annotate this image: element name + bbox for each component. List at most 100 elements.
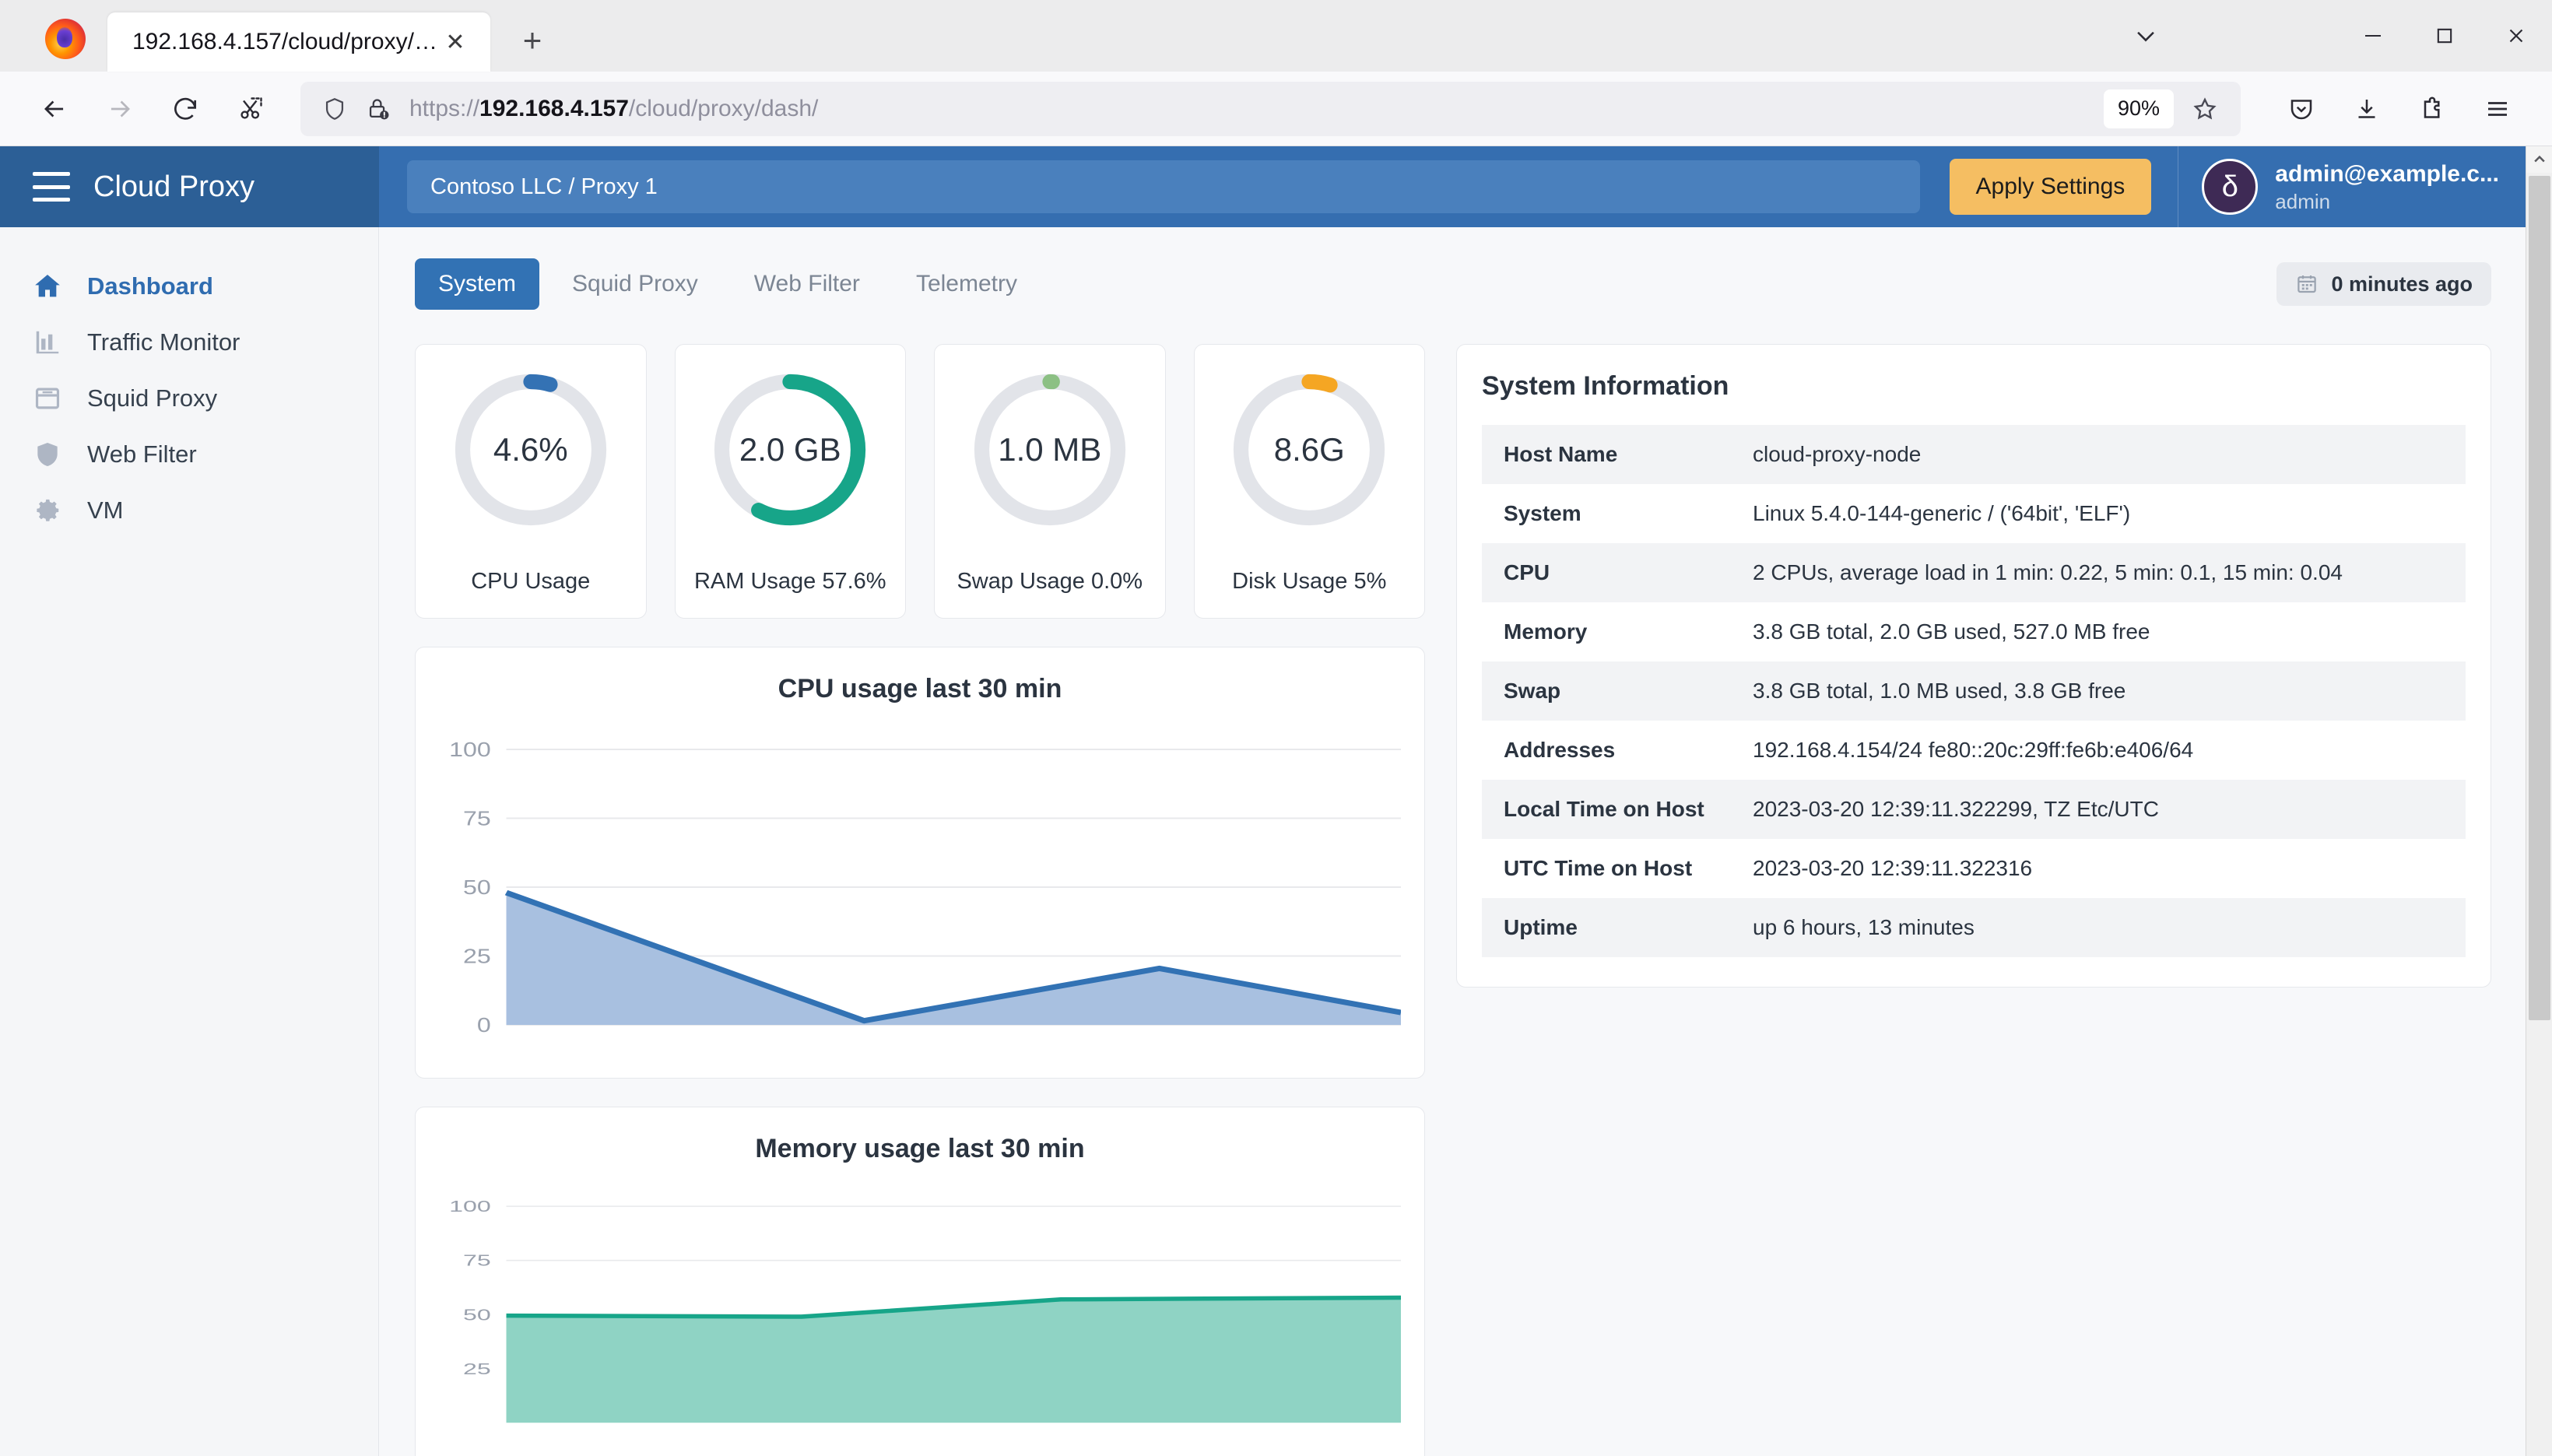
download-icon[interactable]: [2339, 81, 2395, 137]
table-row: Swap 3.8 GB total, 1.0 MB used, 3.8 GB fr…: [1482, 661, 2466, 721]
url-text: https://192.168.4.157/cloud/proxy/dash/: [409, 95, 819, 121]
sidebar-item-label: Web Filter: [87, 440, 197, 468]
toolbar-right-icons: [2269, 81, 2530, 137]
y-axis-tick-label: 75: [463, 808, 491, 830]
y-axis-tick-label: 25: [463, 946, 491, 967]
gauge-card-disk: 8.6G Disk Usage 5%: [1193, 344, 1425, 619]
app-brand: Cloud Proxy: [0, 146, 379, 227]
url-bar[interactable]: https://192.168.4.157/cloud/proxy/dash/ …: [300, 81, 2241, 136]
sidebar-item-label: Dashboard: [87, 272, 213, 300]
tracking-protection-shield-icon[interactable]: [313, 87, 356, 131]
close-tab-icon[interactable]: ✕: [437, 24, 473, 60]
system-information-card: System Information Host Name cloud-proxy-…: [1456, 344, 2491, 988]
refresh-text: 0 minutes ago: [2331, 272, 2473, 296]
scroll-up-arrow-icon[interactable]: [2526, 146, 2552, 173]
insecure-lock-warning-icon[interactable]: [356, 87, 400, 131]
breadcrumb[interactable]: Contoso LLC / Proxy 1: [407, 160, 1920, 213]
app-header: Cloud Proxy Contoso LLC / Proxy 1 Apply …: [0, 146, 2526, 227]
sysinfo-key: Host Name: [1504, 442, 1618, 466]
dashboard-grid: 4.6% CPU Usage 2.0 GB RAM Usage 57.6% 1.…: [415, 344, 2491, 1456]
y-axis-tick-label: 25: [463, 1360, 491, 1378]
cpu-gauge-value: 4.6%: [493, 431, 568, 468]
sysinfo-value: 3.8 GB total, 1.0 MB used, 3.8 GB free: [1753, 679, 2126, 703]
user-role: admin: [2275, 189, 2331, 213]
y-axis-tick-label: 0: [477, 1015, 491, 1037]
user-meta: admin@example.c... admin: [2275, 160, 2499, 214]
left-column: 4.6% CPU Usage 2.0 GB RAM Usage 57.6% 1.…: [415, 344, 1425, 1456]
sysinfo-key: Uptime: [1504, 915, 1578, 939]
zoom-level-indicator[interactable]: 90%: [2103, 89, 2174, 128]
extensions-puzzle-icon[interactable]: [2404, 81, 2460, 137]
sidebar-item-web-filter[interactable]: Web Filter: [0, 426, 378, 482]
sidebar-toggle-icon[interactable]: [33, 172, 70, 202]
reload-icon[interactable]: [157, 81, 213, 137]
ram-gauge: 2.0 GB: [708, 368, 872, 532]
table-row: System Linux 5.4.0-144-generic / ('64bit'…: [1482, 484, 2466, 543]
minimize-icon[interactable]: [2337, 0, 2409, 72]
page-scrollbar[interactable]: [2526, 146, 2552, 1456]
sysinfo-value: up 6 hours, 13 minutes: [1753, 915, 1975, 939]
sysinfo-key: UTC Time on Host: [1504, 856, 1693, 880]
forward-arrow-icon: [92, 81, 148, 137]
tab-strip: 192.168.4.157/cloud/proxy/dash/ ✕ +: [0, 0, 2552, 72]
tab-title: 192.168.4.157/cloud/proxy/dash/: [132, 29, 437, 54]
main-content: System Squid Proxy Web Filter Telemetry: [379, 227, 2526, 1456]
close-window-icon[interactable]: [2480, 0, 2552, 72]
sidebar-item-vm[interactable]: VM: [0, 482, 378, 539]
navigation-toolbar: https://192.168.4.157/cloud/proxy/dash/ …: [0, 72, 2552, 146]
cpu-gauge-label: CPU Usage: [471, 569, 591, 594]
new-tab-button[interactable]: +: [511, 19, 554, 62]
sysinfo-value: 2023-03-20 12:39:11.322316: [1753, 856, 2033, 880]
table-row: CPU 2 CPUs, average load in 1 min: 0.22, …: [1482, 543, 2466, 602]
table-row: Local Time on Host 2023-03-20 12:39:11.32…: [1482, 780, 2466, 839]
sysinfo-key: Local Time on Host: [1504, 797, 1704, 821]
swap-gauge: 1.0 MB: [968, 368, 1132, 532]
browser-tab[interactable]: 192.168.4.157/cloud/proxy/dash/ ✕: [107, 12, 490, 72]
ram-gauge-value: 2.0 GB: [739, 431, 841, 468]
last-refresh-badge[interactable]: 0 minutes ago: [2276, 262, 2491, 306]
disk-gauge-value: 8.6G: [1273, 431, 1345, 468]
table-row: UTC Time on Host 2023-03-20 12:39:11.3223…: [1482, 839, 2466, 898]
pocket-save-icon[interactable]: [2273, 81, 2329, 137]
web-page: Cloud Proxy Contoso LLC / Proxy 1 Apply …: [0, 146, 2526, 1456]
calendar-icon: [2295, 272, 2319, 296]
table-row: Host Name cloud-proxy-node: [1482, 425, 2466, 484]
gauge-row: 4.6% CPU Usage 2.0 GB RAM Usage 57.6% 1.…: [415, 344, 1425, 619]
sidebar-item-squid-proxy[interactable]: Squid Proxy: [0, 370, 378, 426]
sidebar-item-label: VM: [87, 496, 124, 524]
sysinfo-value: 3.8 GB total, 2.0 GB used, 527.0 MB free: [1753, 619, 2150, 644]
y-axis-tick-label: 100: [449, 739, 491, 761]
tab-system[interactable]: System: [415, 258, 540, 310]
right-column: System Information Host Name cloud-proxy-…: [1456, 344, 2491, 1456]
table-row: Addresses 192.168.4.154/24 fe80::20c:29ff…: [1482, 721, 2466, 780]
firefox-logo: [45, 19, 86, 59]
star-bookmark-icon[interactable]: [2182, 86, 2228, 132]
tab-squid-proxy[interactable]: Squid Proxy: [549, 258, 721, 310]
memory-chart-svg: 25 50 75 100: [449, 1198, 1402, 1423]
user-menu[interactable]: δ admin@example.c... admin: [2178, 146, 2526, 227]
window-icon: [26, 384, 68, 413]
sysinfo-value: 192.168.4.154/24 fe80::20c:29ff:fe6b:e40…: [1753, 738, 2194, 762]
scrollbar-thumb[interactable]: [2528, 176, 2550, 1020]
cpu-usage-chart-card: CPU usage last 30 min 0 25 50 75 100: [415, 647, 1425, 1079]
sysinfo-key: CPU: [1504, 560, 1550, 584]
ram-gauge-label: RAM Usage 57.6%: [693, 569, 886, 594]
y-axis-tick-label: 100: [449, 1198, 491, 1216]
swap-gauge-label: Swap Usage 0.0%: [957, 569, 1143, 594]
hamburger-menu-icon[interactable]: [2470, 81, 2526, 137]
tab-telemetry[interactable]: Telemetry: [893, 258, 1041, 310]
back-arrow-icon[interactable]: [26, 81, 82, 137]
sysinfo-key: Memory: [1504, 619, 1588, 644]
tab-web-filter[interactable]: Web Filter: [731, 258, 883, 310]
chevron-down-icon[interactable]: [2110, 0, 2182, 72]
swap-gauge-value: 1.0 MB: [998, 431, 1102, 468]
sysinfo-value: 2 CPUs, average load in 1 min: 0.22, 5 m…: [1753, 560, 2343, 584]
apply-settings-button[interactable]: Apply Settings: [1949, 159, 2152, 215]
maximize-icon[interactable]: [2409, 0, 2480, 72]
sidebar-item-traffic-monitor[interactable]: Traffic Monitor: [0, 314, 378, 370]
cpu-chart-title: CPU usage last 30 min: [778, 674, 1062, 703]
sidebar-item-dashboard[interactable]: Dashboard: [0, 258, 378, 314]
gauge-card-swap: 1.0 MB Swap Usage 0.0%: [934, 344, 1166, 619]
screenshot-scissors-icon[interactable]: [223, 81, 279, 137]
sysinfo-key: System: [1504, 501, 1581, 525]
